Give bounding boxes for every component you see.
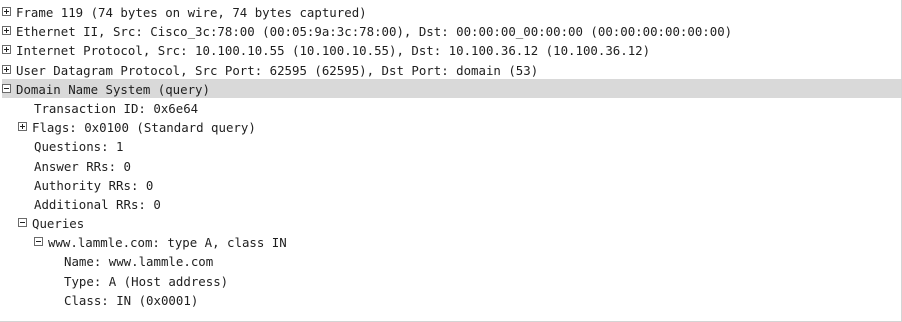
tree-row-dns[interactable]: Domain Name System (query) <box>2 78 901 98</box>
tree-row-transaction-id[interactable]: Transaction ID: 0x6e64 <box>2 98 901 117</box>
expand-plus-icon[interactable] <box>2 7 11 16</box>
tree-row-authority-rrs[interactable]: Authority RRs: 0 <box>2 175 901 194</box>
tree-row-label: Class: IN (0x0001) <box>64 292 199 308</box>
tree-row-label: Frame 119 (74 bytes on wire, 74 bytes ca… <box>16 4 367 20</box>
tree-row-label: Transaction ID: 0x6e64 <box>34 100 199 116</box>
tree-row-label: Type: A (Host address) <box>64 273 229 289</box>
tree-row-label: Flags: 0x0100 (Standard query) <box>32 120 256 136</box>
tree-row-ethernet[interactable]: Ethernet II, Src: Cisco_3c:78:00 (00:05:… <box>2 21 901 40</box>
expand-plus-icon[interactable] <box>2 26 11 36</box>
tree-row-flags[interactable]: Flags: 0x0100 (Standard query) <box>2 117 901 136</box>
tree-row-query-entry[interactable]: www.lammle.com: type A, class IN <box>2 232 901 251</box>
tree-row-label: Queries <box>32 215 85 231</box>
packet-details-pane: Frame 119 (74 bytes on wire, 74 bytes ca… <box>0 0 902 322</box>
tree-row-query-name[interactable]: Name: www.lammle.com <box>2 251 901 270</box>
tree-row-queries[interactable]: Queries <box>2 213 901 232</box>
tree-row-frame[interactable]: Frame 119 (74 bytes on wire, 74 bytes ca… <box>2 2 901 21</box>
tree-row-label: Questions: 1 <box>34 139 124 155</box>
tree-row-ip[interactable]: Internet Protocol, Src: 10.100.10.55 (10… <box>2 40 901 59</box>
collapse-minus-icon[interactable] <box>18 218 27 228</box>
tree-row-query-class[interactable]: Class: IN (0x0001) <box>2 290 901 309</box>
expand-plus-icon[interactable] <box>2 45 11 55</box>
tree-row-query-type[interactable]: Type: A (Host address) <box>2 271 901 290</box>
tree-row-label: Name: www.lammle.com <box>64 254 214 270</box>
packet-details-tree: Frame 119 (74 bytes on wire, 74 bytes ca… <box>2 2 901 309</box>
tree-row-label: Authority RRs: 0 <box>34 177 154 193</box>
collapse-minus-icon[interactable] <box>2 83 11 93</box>
tree-row-label: Domain Name System (query) <box>16 81 210 97</box>
tree-row-label: Internet Protocol, Src: 10.100.10.55 (10… <box>16 43 651 59</box>
collapse-minus-icon[interactable] <box>34 237 43 247</box>
expand-plus-icon[interactable] <box>18 122 27 132</box>
tree-row-label: Ethernet II, Src: Cisco_3c:78:00 (00:05:… <box>16 24 733 40</box>
expand-plus-icon[interactable] <box>2 64 11 74</box>
tree-row-label: Additional RRs: 0 <box>34 196 161 212</box>
tree-row-questions[interactable]: Questions: 1 <box>2 136 901 155</box>
tree-row-answer-rrs[interactable]: Answer RRs: 0 <box>2 156 901 175</box>
tree-row-label: www.lammle.com: type A, class IN <box>48 235 287 251</box>
tree-row-udp[interactable]: User Datagram Protocol, Src Port: 62595 … <box>2 60 901 79</box>
tree-row-label: Answer RRs: 0 <box>34 158 131 174</box>
tree-row-label: User Datagram Protocol, Src Port: 62595 … <box>16 62 539 78</box>
tree-row-additional-rrs[interactable]: Additional RRs: 0 <box>2 194 901 213</box>
